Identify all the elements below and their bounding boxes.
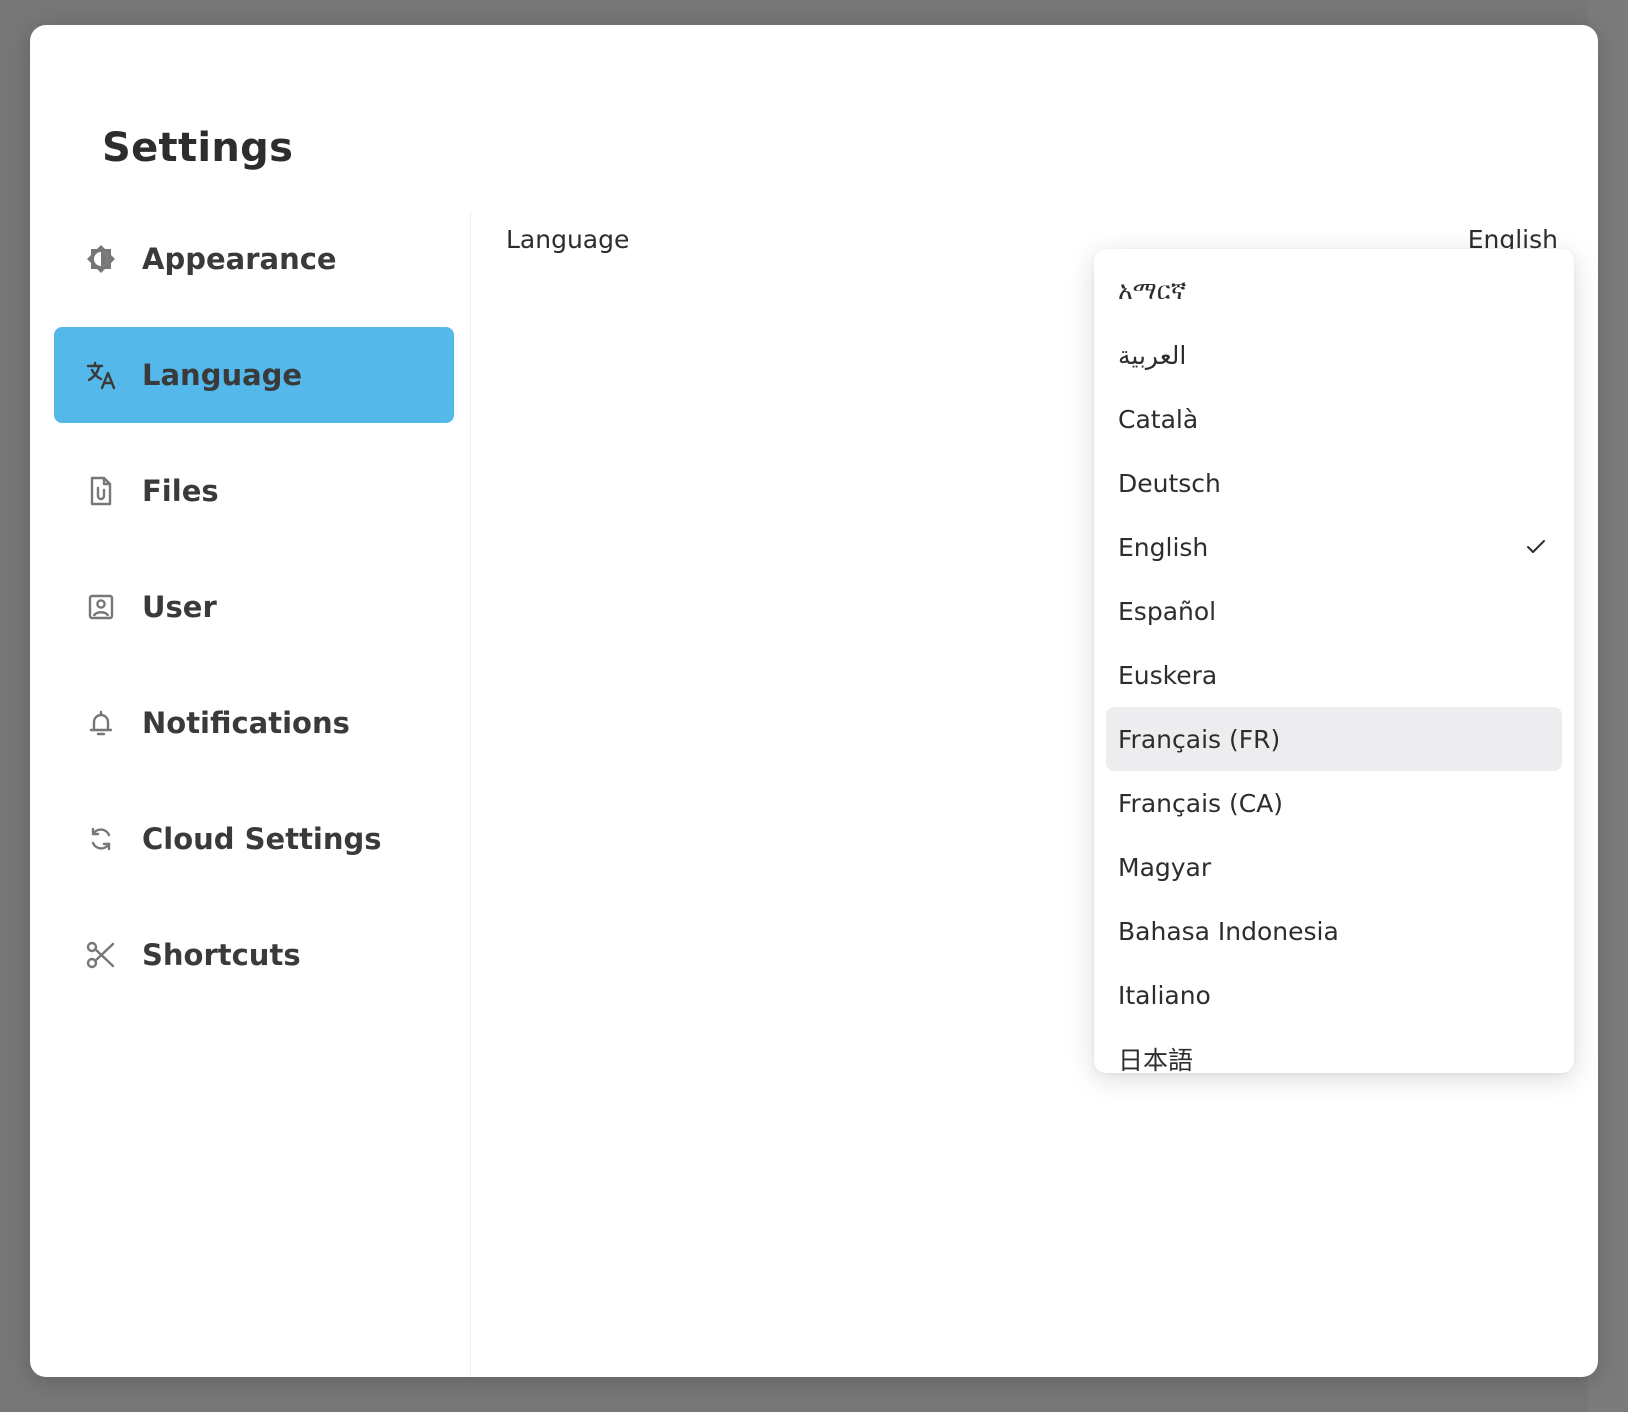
language-option[interactable]: 日本語	[1106, 1027, 1562, 1073]
user-icon	[84, 590, 118, 624]
sidebar-item-label: Files	[142, 474, 219, 508]
language-option-label: Magyar	[1118, 852, 1212, 882]
settings-sidebar: Appearance Language Files User Notificat…	[54, 211, 454, 1023]
language-option-label: 日本語	[1118, 1046, 1194, 1073]
sidebar-item-label: Language	[142, 358, 303, 392]
language-option[interactable]: Italiano	[1106, 963, 1562, 1027]
language-option-label: Français (CA)	[1118, 788, 1284, 818]
file-icon	[84, 474, 118, 508]
language-option[interactable]: Bahasa Indonesia	[1106, 899, 1562, 963]
sidebar-item-shortcuts[interactable]: Shortcuts	[54, 907, 454, 1003]
language-option-label: English	[1118, 532, 1209, 562]
language-option[interactable]: Deutsch	[1106, 451, 1562, 515]
bell-icon	[84, 706, 118, 740]
language-options-list: አማርኛ العربية Català Deutsch English Espa…	[1106, 259, 1562, 1073]
sidebar-item-label: Cloud Settings	[142, 822, 382, 856]
sidebar-item-user[interactable]: User	[54, 559, 454, 655]
language-option-selected[interactable]: English	[1106, 515, 1562, 579]
language-option[interactable]: العربية	[1106, 323, 1562, 387]
sync-icon	[84, 822, 118, 856]
language-option-label: Français (FR)	[1118, 724, 1281, 754]
language-option-label: Español	[1118, 596, 1217, 626]
language-option-label: العربية	[1118, 340, 1187, 370]
scissors-icon	[84, 938, 118, 972]
language-option-label: አማርኛ	[1118, 276, 1187, 305]
translate-icon	[84, 358, 118, 392]
language-option-label: Euskera	[1118, 660, 1218, 690]
language-option[interactable]: አማርኛ	[1106, 259, 1562, 323]
language-setting-label: Language	[506, 225, 630, 254]
language-option[interactable]: Français (CA)	[1106, 771, 1562, 835]
language-option[interactable]: Magyar	[1106, 835, 1562, 899]
language-option[interactable]: Español	[1106, 579, 1562, 643]
language-option-label: Bahasa Indonesia	[1118, 916, 1339, 946]
sidebar-item-label: Shortcuts	[142, 938, 301, 972]
sidebar-divider	[470, 211, 471, 1377]
brightness-icon	[84, 242, 118, 276]
language-option-label: Italiano	[1118, 980, 1211, 1010]
settings-modal: Settings Appearance Language Files User …	[30, 25, 1598, 1377]
language-option-label: Català	[1118, 404, 1199, 434]
language-dropdown: አማርኛ العربية Català Deutsch English Espa…	[1094, 249, 1574, 1073]
sidebar-item-cloud-settings[interactable]: Cloud Settings	[54, 791, 454, 887]
page-title: Settings	[102, 125, 294, 171]
sidebar-item-files[interactable]: Files	[54, 443, 454, 539]
language-option[interactable]: Català	[1106, 387, 1562, 451]
sidebar-item-label: User	[142, 590, 217, 624]
sidebar-item-label: Appearance	[142, 242, 337, 276]
language-option[interactable]: Euskera	[1106, 643, 1562, 707]
language-option-label: Deutsch	[1118, 468, 1221, 498]
sidebar-item-notifications[interactable]: Notifications	[54, 675, 454, 771]
check-icon	[1524, 535, 1548, 559]
sidebar-item-appearance[interactable]: Appearance	[54, 211, 454, 307]
sidebar-item-language[interactable]: Language	[54, 327, 454, 423]
language-option-hovered[interactable]: Français (FR)	[1106, 707, 1562, 771]
sidebar-item-label: Notifications	[142, 706, 350, 740]
